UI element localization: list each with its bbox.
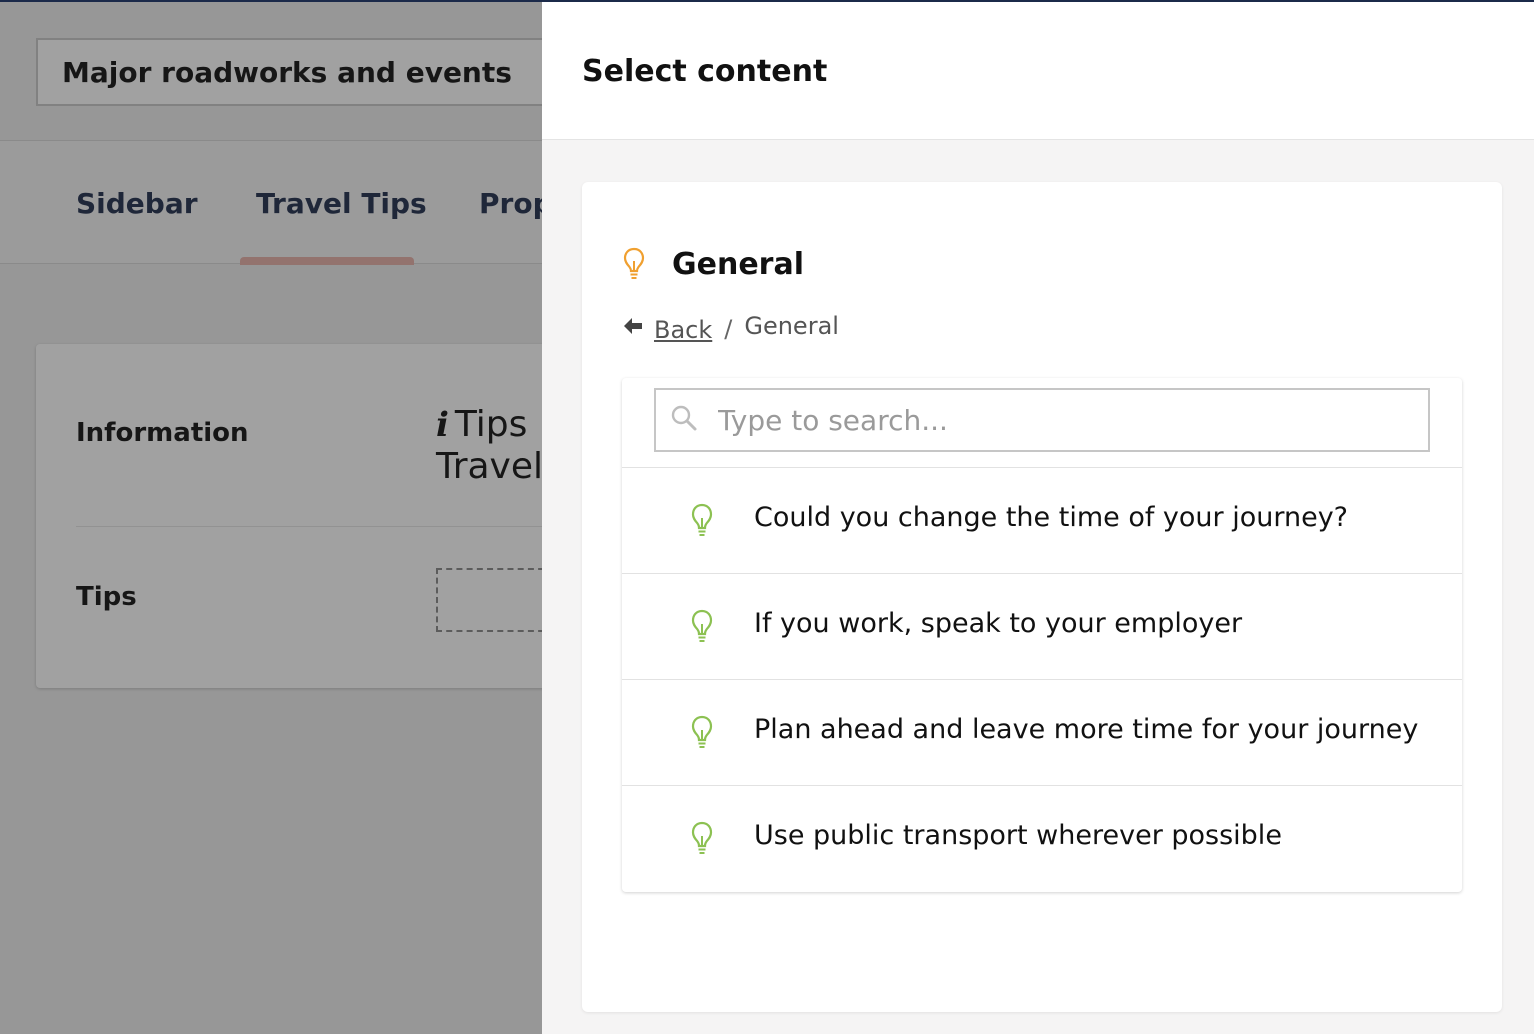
search-row: [622, 378, 1462, 468]
list-item-label: If you work, speak to your employer: [754, 608, 1243, 639]
lightbulb-icon: [690, 503, 714, 539]
top-border: [0, 0, 1534, 2]
folder-title: General: [672, 246, 804, 282]
search-icon: [670, 404, 698, 436]
list-item[interactable]: If you work, speak to your employer: [622, 574, 1462, 680]
breadcrumb-separator: /: [724, 315, 733, 343]
list-item[interactable]: Use public transport wherever possible: [622, 786, 1462, 892]
search-input[interactable]: [718, 403, 1418, 437]
content-list: Could you change the time of your journe…: [622, 378, 1462, 892]
search-box[interactable]: [654, 388, 1430, 452]
arrow-left-icon[interactable]: [622, 314, 646, 338]
lightbulb-icon: [690, 821, 714, 857]
list-item[interactable]: Plan ahead and leave more time for your …: [622, 680, 1462, 786]
back-link[interactable]: Back: [654, 316, 712, 344]
breadcrumb: Back / General: [622, 306, 839, 346]
breadcrumb-current: General: [744, 312, 839, 340]
list-item-label: Use public transport wherever possible: [754, 820, 1282, 851]
lightbulb-icon: [622, 244, 662, 284]
lightbulb-icon: [690, 609, 714, 645]
list-item[interactable]: Could you change the time of your journe…: [622, 468, 1462, 574]
content-panel: General Back / General Type to search...…: [582, 182, 1502, 1012]
list-item-label: Plan ahead and leave more time for your …: [754, 714, 1419, 745]
list-item-label: Could you change the time of your journe…: [754, 502, 1349, 533]
drawer-header: Select content: [542, 0, 1534, 140]
folder-header: General: [622, 244, 804, 284]
lightbulb-icon: [690, 715, 714, 751]
drawer-title: Select content: [582, 54, 828, 89]
modal-overlay[interactable]: [0, 0, 542, 1034]
select-content-drawer: Select content General Back / General Ty…: [542, 0, 1534, 1034]
